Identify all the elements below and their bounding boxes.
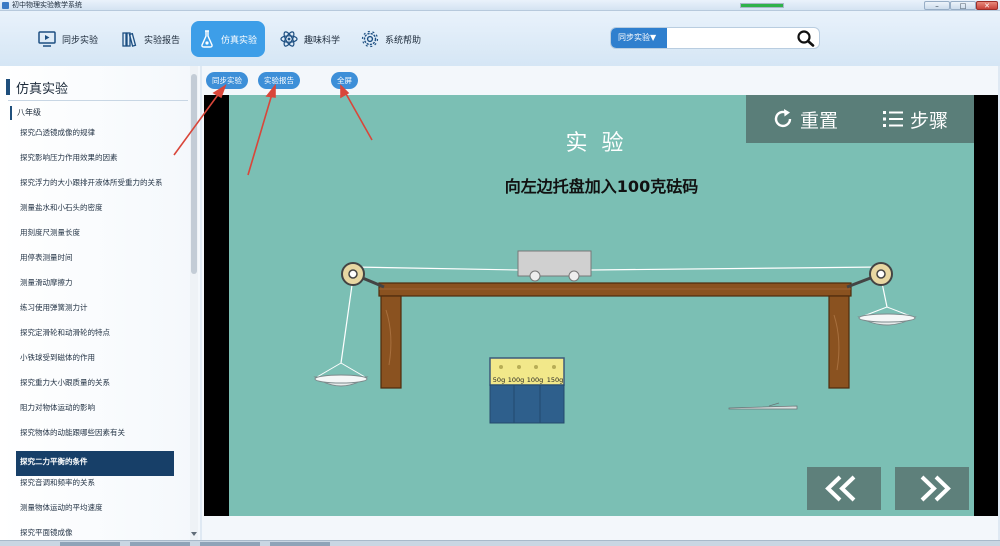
taskbar [0, 540, 1000, 546]
sidebar-item[interactable]: 用刻度尺测量长度 [16, 226, 174, 251]
taskbar-item[interactable] [130, 542, 190, 546]
flask-icon [201, 30, 213, 48]
nav-label: 实验报告 [144, 35, 181, 46]
right-pulley [869, 262, 893, 286]
taskbar-item[interactable] [200, 542, 260, 546]
sidebar-item[interactable]: 阻力对物体运动的影响 [16, 401, 174, 426]
nav-fun-science[interactable]: 趣味科学 [280, 21, 340, 57]
window-title: 初中物理实验教学系统 [12, 1, 82, 9]
maximize-icon: □ [959, 2, 967, 10]
sidebar-title-text: 仿真实验 [16, 81, 69, 97]
sidebar-item[interactable]: 测量物体运动的平均速度 [16, 501, 174, 526]
left-pan-strings [316, 277, 366, 378]
close-icon: ✕ [984, 2, 990, 10]
minimize-button[interactable]: – [924, 1, 950, 10]
cart[interactable] [517, 250, 592, 282]
weight-label-100g-a[interactable]: 100g [508, 376, 525, 384]
left-pulley [341, 262, 365, 286]
weight-label-100g-b[interactable]: 100g [527, 376, 544, 384]
nav-system-help[interactable]: 系统帮助 [361, 21, 421, 57]
search-input[interactable] [669, 30, 793, 46]
sidebar-scrollbar[interactable] [190, 66, 198, 540]
close-button[interactable]: ✕ [976, 1, 998, 10]
weight-label-50g[interactable]: 50g [493, 376, 505, 384]
monitor-play-icon [38, 31, 56, 47]
double-chevron-right-icon [920, 475, 951, 502]
tweezers[interactable] [728, 402, 798, 410]
sidebar-item[interactable]: 练习使用弹簧测力计 [16, 301, 174, 326]
app-icon [2, 2, 9, 9]
nav-sync-experiment[interactable]: 同步实验 [38, 21, 98, 57]
sidebar-scroll-thumb[interactable] [191, 74, 197, 274]
sidebar-title-marker [6, 79, 10, 95]
sidebar-item[interactable]: 小铁球受到磁体的作用 [16, 351, 174, 376]
sidebar-title: 仿真实验 [6, 78, 69, 97]
nav-label: 系统帮助 [385, 35, 422, 46]
simulation-frame: 重置 步骤 实验 向左边托盘加入100克砝码 50g 100g 100g 150… [204, 95, 998, 516]
sidebar-item[interactable]: 探究定滑轮和动滑轮的特点 [16, 326, 174, 351]
gear-icon [361, 30, 379, 48]
title-bar: 初中物理实验教学系统 – □ ✕ [0, 0, 1000, 11]
left-string [352, 266, 520, 271]
atom-icon [280, 31, 298, 47]
sidebar-item-active[interactable]: 探究二力平衡的条件 [16, 451, 174, 476]
content-panel: 同步实验 实验报告 全屏 重置 步骤 实验 向左边托盘加入100克砝码 50g … [202, 66, 998, 540]
search-bar: 同步实验▼ [610, 27, 820, 49]
sidebar-item[interactable]: 测量滑动摩擦力 [16, 276, 174, 301]
books-icon [122, 32, 137, 47]
nav-label: 趣味科学 [304, 35, 341, 46]
sidebar-item[interactable]: 探究音调和频率的关系 [16, 476, 174, 501]
right-string [590, 266, 882, 271]
title-progress-fill [741, 4, 783, 7]
weight-label-150g[interactable]: 150g [547, 376, 564, 384]
sidebar-item[interactable]: 探究物体的动能跟哪些因素有关 [16, 426, 174, 451]
sidebar-item[interactable]: 探究影响压力作用效果的因素 [16, 151, 174, 176]
nav-label: 仿真实验 [221, 35, 258, 46]
table-top [378, 282, 852, 297]
sidebar-item[interactable]: 探究凸透镜成像的规律 [16, 126, 174, 151]
sidebar-divider [8, 100, 188, 101]
minimize-icon: – [935, 2, 939, 10]
title-progress-bar [740, 3, 784, 8]
top-nav: 同步实验 实验报告 仿真实验 趣味科学 系统帮助 同步实验▼ [0, 11, 1000, 66]
right-pan-rim [858, 313, 916, 323]
app-window: 初中物理实验教学系统 – □ ✕ 同步实验 实验报告 仿真实验 趣味科学 系统帮… [0, 0, 1000, 546]
sidebar-item[interactable]: 用停表测量时间 [16, 251, 174, 276]
sidebar-grade-label: 八年级 [10, 106, 41, 120]
apparatus: 50g 100g 100g 150g [313, 250, 917, 424]
maximize-button[interactable]: □ [950, 1, 976, 10]
nav-experiment-report[interactable]: 实验报告 [122, 21, 180, 57]
sidebar-item[interactable]: 探究重力大小跟质量的关系 [16, 376, 174, 401]
sidebar-item[interactable]: 测量盐水和小石头的密度 [16, 201, 174, 226]
previous-step-button[interactable] [807, 467, 881, 510]
search-icon[interactable] [795, 29, 817, 47]
next-step-button[interactable] [895, 467, 969, 510]
taskbar-item[interactable] [60, 542, 120, 546]
left-pan-rim [314, 374, 368, 384]
fullscreen-button[interactable]: 全屏 [331, 72, 358, 89]
nav-simulation-experiment[interactable]: 仿真实验 [191, 21, 265, 57]
simulation-stage[interactable]: 重置 步骤 实验 向左边托盘加入100克砝码 50g 100g 100g 150… [229, 95, 974, 516]
taskbar-item[interactable] [270, 542, 330, 546]
sidebar-experiment-list: 探究凸透镜成像的规律 探究影响压力作用效果的因素 探究浮力的大小跟排开液体所受重力的… [16, 126, 174, 540]
sidebar-item[interactable]: 探究浮力的大小跟排开液体所受重力的关系 [16, 176, 174, 201]
double-chevron-left-icon [825, 475, 856, 502]
scroll-down-icon[interactable] [191, 532, 197, 536]
nav-label: 同步实验 [62, 35, 99, 46]
experiment-report-button[interactable]: 实验报告 [258, 72, 300, 89]
search-category-select[interactable]: 同步实验▼ [611, 28, 667, 48]
weight-box[interactable] [489, 357, 565, 424]
sync-experiment-button[interactable]: 同步实验 [206, 72, 248, 89]
sidebar: 仿真实验 八年级 探究凸透镜成像的规律 探究影响压力作用效果的因素 探究浮力的大小跟… [0, 66, 200, 540]
sidebar-item[interactable]: 探究平面镜成像 [16, 526, 174, 540]
